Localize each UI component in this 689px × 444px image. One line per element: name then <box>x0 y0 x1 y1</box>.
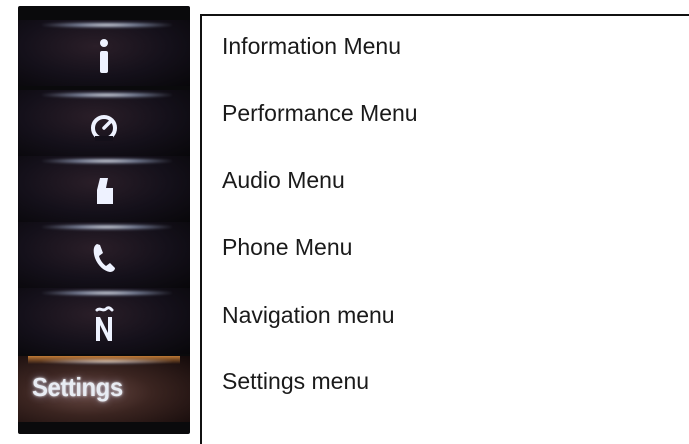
audio-icon <box>82 172 126 212</box>
list-item-audio-menu: Audio Menu <box>222 167 345 193</box>
info-icon <box>82 36 126 76</box>
list-item-navigation-menu: Navigation menu <box>222 302 395 328</box>
gauge-icon <box>82 106 126 146</box>
list-item-phone-menu: Phone Menu <box>222 234 353 260</box>
phone-icon <box>82 238 126 278</box>
navigation-menu-tile[interactable] <box>18 288 190 354</box>
list-item-performance-menu: Performance Menu <box>222 100 418 126</box>
list-item-settings-menu: Settings menu <box>222 368 370 394</box>
audio-menu-tile[interactable] <box>18 156 190 222</box>
list-item-information-menu: Information Menu <box>222 33 401 59</box>
navigation-icon <box>82 304 126 344</box>
phone-menu-tile[interactable] <box>18 222 190 288</box>
settings-menu-tile[interactable]: Settings <box>18 356 190 422</box>
menu-strip-photo: Settings <box>18 6 190 434</box>
info-menu-tile[interactable] <box>18 20 190 86</box>
performance-menu-tile[interactable] <box>18 90 190 156</box>
settings-label: Settings <box>32 372 123 402</box>
